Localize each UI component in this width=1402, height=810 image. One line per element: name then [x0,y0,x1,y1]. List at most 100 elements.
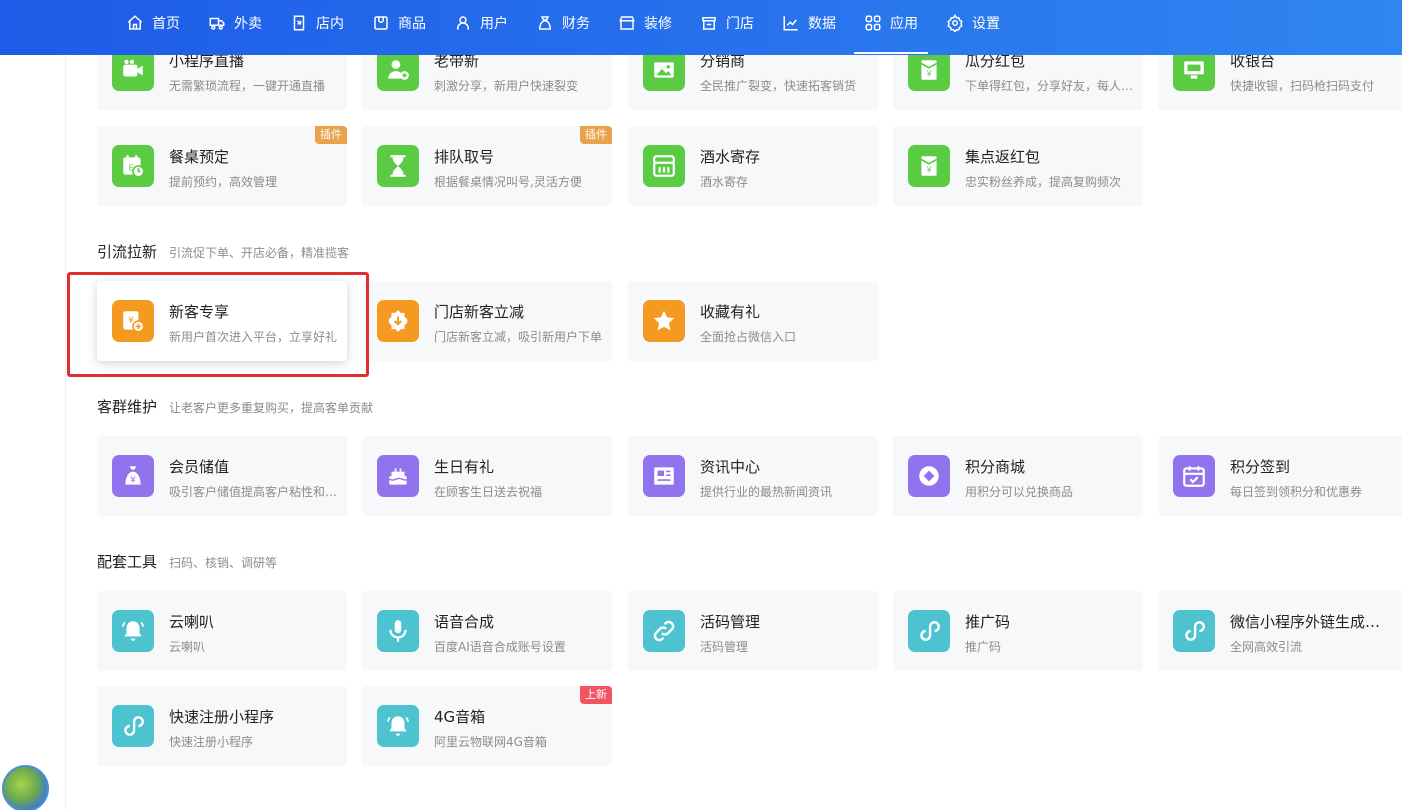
left-sidebar [0,55,66,810]
nav-decorate[interactable]: 装修 [604,0,686,45]
card-title: 积分商城 [965,458,1026,476]
image-icon [643,55,685,91]
card-referral[interactable]: 老带新 刺激分享，新用户快速裂变 [362,55,612,110]
card-desc: 无需繁琐流程，一键开通直播 [169,79,326,93]
cake-icon [377,455,419,497]
card-desc: 提供行业的最热新闻资讯 [700,485,833,499]
nav-label: 应用 [890,15,918,32]
user-add-icon [377,55,419,91]
card-title: 酒水寄存 [700,148,761,166]
card-red-packet[interactable]: ¥ 瓜分红包 下单得红包，分享好友，每人… [893,55,1143,110]
card-live-stream[interactable]: 小程序直播 无需繁琐流程，一键开通直播 [97,55,347,110]
card-title: 快速注册小程序 [169,708,275,726]
card-promo-code[interactable]: 推广码 推广码 [893,591,1143,671]
store-inside-icon [293,15,305,30]
section-title: 客群维护 [97,398,158,416]
card-desc: 提前预约，高效管理 [169,175,278,189]
card-title: 收银台 [1230,55,1276,70]
link-icon [643,610,685,652]
nav-users[interactable]: 用户 [440,0,522,45]
nav-in-store[interactable]: 店内 [276,0,358,45]
card-title: 会员储值 [169,458,230,476]
card-queue[interactable]: 排队取号 根据餐桌情况叫号,灵活方便 插件 [362,126,612,206]
card-4g-speaker[interactable]: 4G音箱 阿里云物联网4G音箱 上新 [362,686,612,766]
card-desc: 推广码 [965,640,1002,654]
card-distributor[interactable]: 分销商 全民推广裂变，快速拓客销货 [628,55,878,110]
card-store-new-discount[interactable]: 门店新客立减 门店新客立减，吸引新用户下单 [362,281,612,361]
nav-label: 店内 [316,15,344,32]
card-table-booking[interactable]: E 餐桌预定 提前预约，高效管理 插件 [97,126,347,206]
card-title: 排队取号 [434,148,495,166]
nav-label: 商品 [398,15,426,32]
goods-icon [374,15,388,30]
nav-label: 外卖 [234,15,262,32]
monitor-icon [1173,55,1215,91]
card-desc: 快速注册小程序 [169,735,254,749]
chart-icon [783,15,798,30]
card-title: 活码管理 [700,613,761,631]
card-cashier[interactable]: 收银台 快捷收银，扫码枪扫码支付 [1158,55,1402,110]
card-title: 积分签到 [1230,458,1291,476]
card-desc: 云喇叭 [169,640,206,654]
card-title: 小程序直播 [169,55,245,70]
card-cloud-speaker[interactable]: 云喇叭 云喇叭 [97,591,347,671]
nav-delivery[interactable]: 外卖 [194,0,276,45]
apps-icon [865,15,881,30]
card-title: 微信小程序外链生成… [1230,613,1381,631]
user-avatar[interactable] [2,765,49,810]
card-title: 瓜分红包 [965,55,1026,70]
card-wechat-link-generator[interactable]: 微信小程序外链生成… 全网高效引流 [1158,591,1402,671]
card-wine-storage[interactable]: 酒水寄存 酒水寄存 [628,126,878,206]
card-speech-synthesis[interactable]: 语音合成 百度AI语音合成账号设置 [362,591,612,671]
decorate-icon [619,15,635,30]
nav-label: 门店 [726,15,754,32]
card-points-red-packet[interactable]: ¥ 集点返红包 忠实粉丝养成，提高复购频次 [893,126,1143,206]
card-desc: 根据餐桌情况叫号,灵活方便 [434,175,582,189]
card-member-recharge[interactable]: ¥ 会员储值 吸引客户储值提高客户粘性和… [97,436,347,516]
nav-settings[interactable]: 设置 [932,0,1014,45]
card-desc: 全民推广裂变，快速拓客销货 [700,79,857,93]
card-desc: 阿里云物联网4G音箱 [434,735,547,749]
nav-data[interactable]: 数据 [768,0,850,45]
card-favorite-gift[interactable]: 收藏有礼 全面抢占微信入口 [628,281,878,361]
nav-apps[interactable]: 应用 [850,0,932,54]
card-points-mall[interactable]: 积分商城 用积分可以兑换商品 [893,436,1143,516]
plugin-badge: 插件 [315,126,347,144]
nav-label: 设置 [972,15,1000,32]
card-desc: 每日签到领积分和优惠券 [1230,485,1363,499]
svg-text:¥: ¥ [130,476,136,486]
card-title: 新客专享 [169,303,230,321]
section-title: 引流拉新 [97,243,158,261]
nav-label: 用户 [480,15,508,32]
card-desc: 刺激分享，新用户快速裂变 [434,79,579,93]
nav-label: 财务 [562,15,590,32]
nav-home[interactable]: 首页 [112,0,194,45]
card-new-customer-exclusive[interactable]: ¥ 新客专享 新用户首次进入平台，立享好礼 [97,281,347,361]
nav-shop[interactable]: 门店 [686,0,768,45]
live-video-icon [112,55,154,91]
card-quick-register[interactable]: 快速注册小程序 快速注册小程序 [97,686,347,766]
card-birthday-gift[interactable]: 生日有礼 在顾客生日送去祝福 [362,436,612,516]
star-icon [643,300,685,342]
card-title: 语音合成 [434,613,495,631]
news-icon [643,455,685,497]
svg-text:E: E [129,163,134,172]
top-navigation-bar: 首页 外卖 店内 商品 用户 财务 装修 门店 数据 应用 设置 [0,0,1402,55]
calendar-clock-icon: E [112,145,154,187]
mini-program-icon [112,705,154,747]
card-desc: 全面抢占微信入口 [700,330,797,344]
card-news-center[interactable]: 资讯中心 提供行业的最热新闻资讯 [628,436,878,516]
card-desc: 在顾客生日送去祝福 [434,485,543,499]
points-diamond-icon [908,455,950,497]
card-title: 生日有礼 [434,458,495,476]
card-points-checkin[interactable]: 积分签到 每日签到领积分和优惠券 [1158,436,1402,516]
nav-finance[interactable]: 财务 [522,0,604,45]
microphone-icon [377,610,419,652]
section-heading-retention: 客群维护 让老客户更多重复购买，提高客单贡献 [97,396,373,417]
main-nav: 首页 外卖 店内 商品 用户 财务 装修 门店 数据 应用 设置 [112,0,1014,54]
mini-program-icon [1173,610,1215,652]
nav-goods[interactable]: 商品 [358,0,440,45]
card-live-code[interactable]: 活码管理 活码管理 [628,591,878,671]
card-title: 云喇叭 [169,613,215,631]
card-desc: 用积分可以兑换商品 [965,485,1074,499]
